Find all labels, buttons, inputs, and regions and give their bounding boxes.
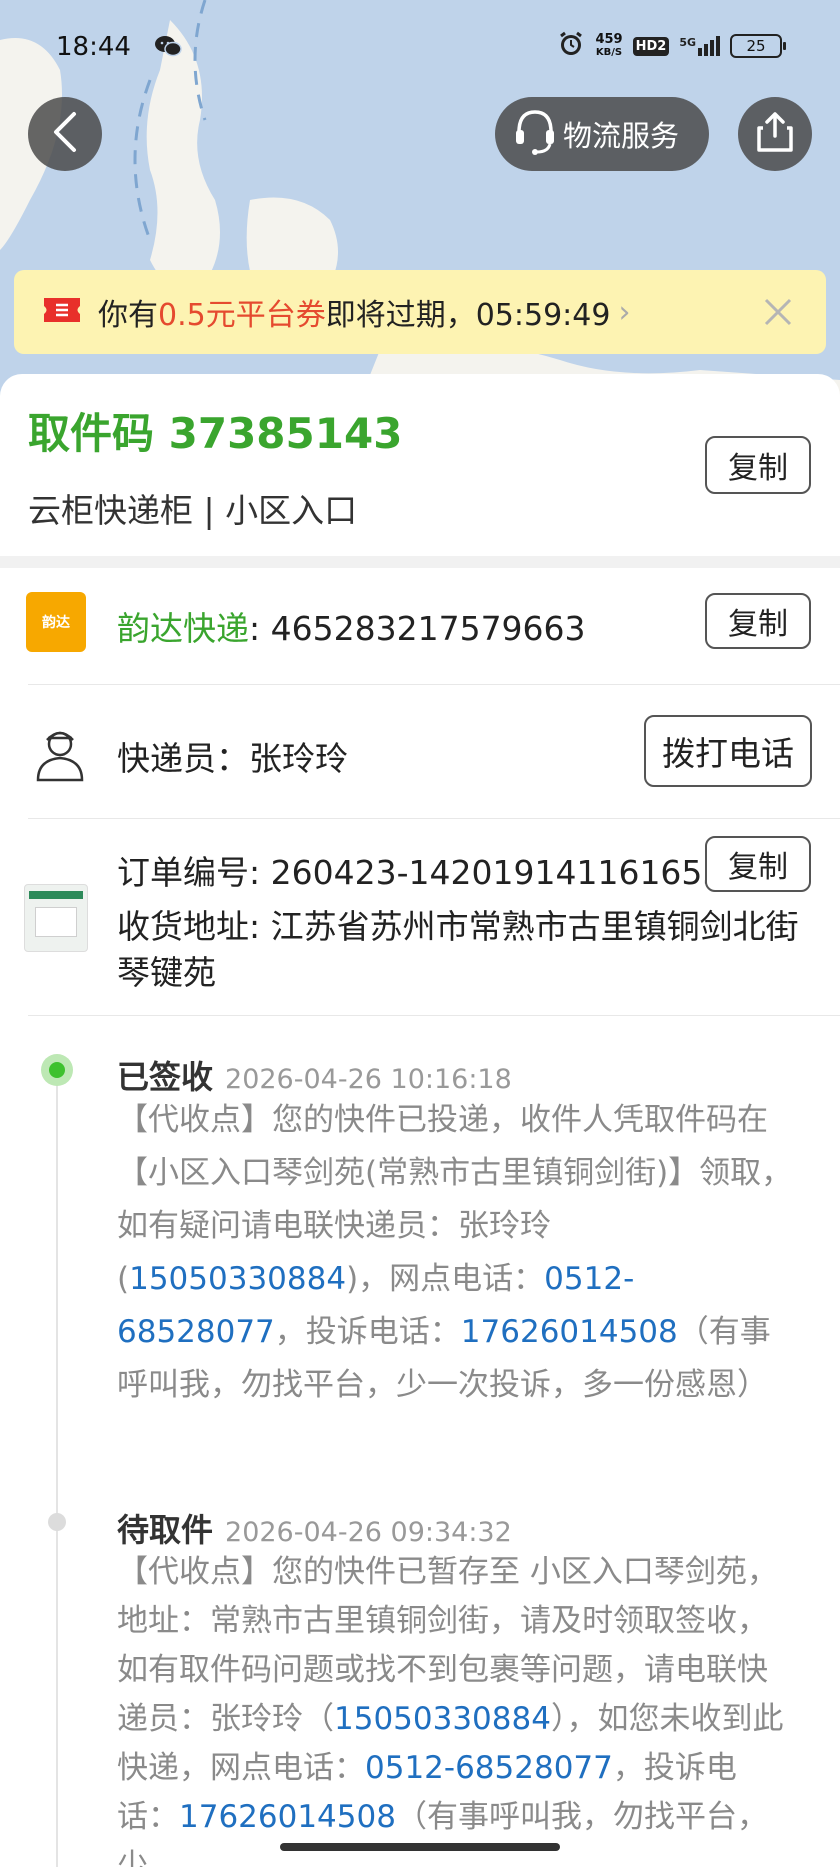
locker-location: 云柜快递柜 | 小区入口	[28, 491, 358, 530]
coupon-prefix: 你有	[98, 298, 158, 333]
share-button[interactable]	[738, 97, 812, 171]
timeline-status: 已签收 2026-04-26 10:16:18	[117, 1052, 512, 1098]
copy-tracking-button[interactable]: 复制	[705, 593, 811, 649]
network-type: 5G	[679, 36, 696, 49]
courier-name: 快递员：张玲玲	[117, 739, 348, 778]
logistics-service-button[interactable]: 物流服务	[495, 97, 709, 171]
timeline-status: 待取件 2026-04-26 09:34:32	[117, 1505, 512, 1551]
coupon-countdown: 即将过期，05:59:49	[325, 298, 611, 333]
close-icon[interactable]	[758, 292, 798, 332]
divider	[28, 818, 840, 819]
status-time: 18:44	[56, 32, 131, 62]
tracking-number-value: : 465283217579663	[249, 609, 586, 648]
timeline-dot-active	[41, 1054, 73, 1086]
network-speed: 459 KB/S	[595, 33, 622, 59]
coupon-amount: 0.5元平台券	[158, 298, 326, 333]
logistics-service-label: 物流服务	[563, 119, 680, 153]
station-phone-link[interactable]: 0512-68528077	[365, 1750, 613, 1786]
timeline-text: ，投诉电话：	[274, 1314, 461, 1350]
timeline-line	[56, 1080, 58, 1867]
tracking-number: 韵达快递: 465283217579663	[117, 602, 586, 650]
back-arrow-icon	[48, 110, 82, 158]
coupon-expiry-banner[interactable]: 你有0.5元平台券即将过期，05:59:49 ›	[14, 270, 826, 354]
complaint-phone-link[interactable]: 17626014508	[461, 1314, 678, 1350]
section-divider	[0, 556, 840, 568]
courier-phone-link[interactable]: 15050330884	[334, 1701, 551, 1737]
hd-badge: HD2	[632, 36, 670, 56]
timeline-text: )，网点电话：	[346, 1261, 545, 1297]
chevron-right-icon: ›	[618, 294, 631, 330]
net-speed-value: 459	[595, 32, 623, 47]
timeline-status-label: 已签收	[117, 1058, 214, 1096]
net-speed-unit: KB/S	[595, 47, 623, 58]
courier-phone-link[interactable]: 15050330884	[129, 1261, 346, 1297]
divider	[28, 1015, 840, 1016]
courier-person-icon	[34, 724, 86, 786]
timeline-description: 【代收点】您的快件已暂存至 小区入口琴剑苑，地址：常熟市古里镇铜剑街，请及时领取…	[117, 1548, 797, 1867]
timeline-timestamp: 2026-04-26 10:16:18	[225, 1064, 512, 1095]
timeline-status-label: 待取件	[117, 1511, 214, 1549]
status-indicators: 459 KB/S HD2 5G 25	[557, 30, 786, 62]
coupon-ticket-icon	[42, 296, 82, 328]
call-courier-button[interactable]: 拨打电话	[644, 715, 812, 787]
copy-pickup-code-button[interactable]: 复制	[705, 436, 811, 494]
complaint-phone-link[interactable]: 17626014508	[179, 1799, 396, 1835]
signal-icon: 5G	[679, 36, 720, 56]
wechat-icon	[154, 34, 182, 62]
headset-icon	[513, 106, 557, 163]
product-thumbnail[interactable]	[24, 884, 88, 952]
status-bar: 18:44 459 KB/S HD2 5G 25	[0, 0, 840, 96]
pickup-code: 取件码 37385143	[28, 409, 403, 458]
share-icon	[755, 110, 795, 158]
coupon-text: 你有0.5元平台券即将过期，05:59:49	[98, 290, 610, 334]
back-button[interactable]	[28, 97, 102, 171]
divider	[28, 684, 840, 685]
battery-indicator: 25	[730, 34, 786, 58]
timeline-timestamp: 2026-04-26 09:34:32	[225, 1517, 512, 1548]
home-indicator[interactable]	[280, 1843, 560, 1851]
timeline-description: 【代收点】您的快件已投递，收件人凭取件码在【小区入口琴剑苑(常熟市古里镇铜剑街)…	[117, 1094, 797, 1412]
courier-company-logo: 韵达	[26, 592, 86, 652]
courier-company-name: 韵达快递	[117, 609, 249, 648]
logo-text: 韵达	[42, 615, 70, 631]
delivery-address: 收货地址: 江苏省苏州市常熟市古里镇铜剑北街琴键苑	[117, 907, 799, 992]
timeline-dot	[48, 1513, 66, 1531]
order-number: 订单编号: 260423-142019141161655	[117, 853, 724, 892]
alarm-icon	[557, 30, 585, 62]
copy-order-button[interactable]: 复制	[705, 836, 811, 892]
